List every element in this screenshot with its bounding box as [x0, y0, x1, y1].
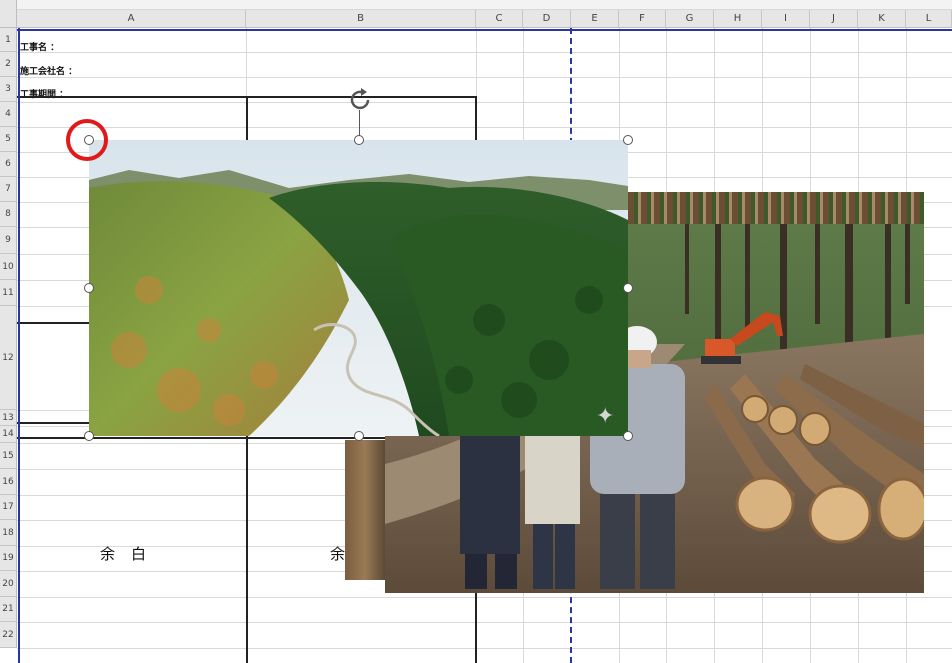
resize-handle-bottom-left[interactable] — [84, 431, 94, 441]
column-header-f[interactable]: F — [619, 10, 666, 28]
row-header-9[interactable]: 9 — [0, 227, 17, 254]
spreadsheet: A B C D E F G H I J K L 1 2 3 4 5 6 7 8 … — [0, 0, 952, 663]
column-header-e[interactable]: E — [571, 10, 619, 28]
row-header-7[interactable]: 7 — [0, 177, 17, 202]
row-header-16[interactable]: 16 — [0, 469, 17, 495]
column-header-h[interactable]: H — [714, 10, 762, 28]
construction-period-label[interactable]: 工事期間 ： — [20, 87, 68, 100]
row-header-22[interactable]: 22 — [0, 622, 17, 648]
row-header-17[interactable]: 17 — [0, 495, 17, 520]
contractor-name-label[interactable]: 施工会社名 ： — [20, 64, 77, 77]
row-header-4[interactable]: 4 — [0, 102, 17, 127]
column-header-j[interactable]: J — [810, 10, 858, 28]
resize-handle-top-right[interactable] — [623, 135, 633, 145]
column-header-a[interactable]: A — [17, 10, 246, 28]
row-header-19[interactable]: 19 — [0, 546, 17, 571]
row-header-2[interactable]: 2 — [0, 52, 17, 77]
resize-handle-middle-right[interactable] — [623, 283, 633, 293]
column-header-k[interactable]: K — [858, 10, 906, 28]
row-header-12[interactable]: 12 — [0, 306, 17, 410]
column-header-l[interactable]: L — [906, 10, 952, 28]
blank-label-left: 余 白 — [100, 545, 147, 563]
resize-handle-bottom-center[interactable] — [354, 431, 364, 441]
resize-handle-middle-left[interactable] — [84, 283, 94, 293]
row-header-18[interactable]: 18 — [0, 520, 17, 546]
highlight-circle — [66, 119, 108, 161]
page-break-left — [18, 28, 20, 663]
row-header-11[interactable]: 11 — [0, 280, 17, 306]
row-header-1[interactable]: 1 — [0, 28, 17, 52]
construction-name-label[interactable]: 工事名 ： — [20, 40, 59, 53]
forest-valley-image — [89, 140, 628, 436]
resize-handle-top-center[interactable] — [354, 135, 364, 145]
blank-label-right: 余 — [330, 545, 346, 563]
stacked-photo-edge[interactable] — [345, 440, 385, 580]
select-all-corner[interactable] — [0, 0, 17, 28]
row-header-5[interactable]: 5 — [0, 127, 17, 152]
forest-valley-photo[interactable] — [89, 140, 628, 436]
row-header-15[interactable]: 15 — [0, 443, 17, 469]
column-header-g[interactable]: G — [666, 10, 714, 28]
row-header-6[interactable]: 6 — [0, 152, 17, 177]
column-header-c[interactable]: C — [476, 10, 523, 28]
row-header-14[interactable]: 14 — [0, 426, 17, 443]
column-header-i[interactable]: I — [762, 10, 810, 28]
resize-handle-bottom-right[interactable] — [623, 431, 633, 441]
column-header-d[interactable]: D — [523, 10, 571, 28]
row-header-3[interactable]: 3 — [0, 77, 17, 102]
rotate-handle-icon[interactable] — [347, 87, 373, 113]
row-header-8[interactable]: 8 — [0, 202, 17, 227]
rotate-handle-stem — [359, 110, 360, 136]
ribbon-edge — [0, 0, 952, 10]
column-header-b[interactable]: B — [246, 10, 476, 28]
row-header-20[interactable]: 20 — [0, 571, 17, 597]
page-break-top — [17, 29, 952, 31]
row-header-13[interactable]: 13 — [0, 410, 17, 426]
sparkle-icon: ✦ — [596, 404, 615, 429]
row-header-10[interactable]: 10 — [0, 254, 17, 280]
row-header-21[interactable]: 21 — [0, 597, 17, 622]
